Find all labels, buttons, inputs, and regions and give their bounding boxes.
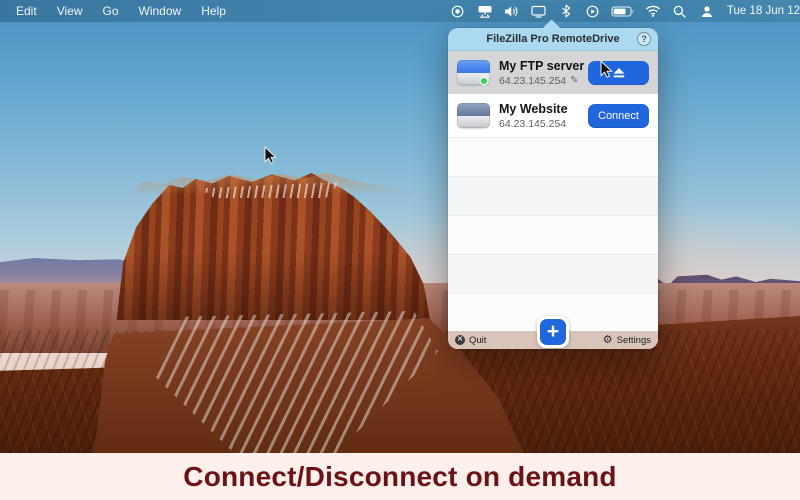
menu-view[interactable]: View [47, 1, 93, 21]
server-meta: My Website 64.23.145.254 [499, 102, 568, 130]
quit-label: Quit [469, 334, 487, 346]
mouse-cursor-icon [264, 146, 277, 164]
quit-x-icon: ✕ [455, 335, 465, 345]
empty-list-row [448, 176, 658, 215]
bluetooth-icon[interactable] [556, 3, 576, 19]
menu-bar-menus: Edit View Go Window Help [6, 1, 236, 21]
server-name: My Website [499, 101, 568, 116]
wifi-icon[interactable] [643, 3, 663, 19]
remotedrive-popover: FileZilla Pro RemoteDrive ? My FTP serve… [448, 19, 658, 349]
server-name: My FTP server [499, 58, 585, 73]
connected-status-dot [481, 78, 487, 84]
empty-list-row [448, 137, 658, 176]
search-icon[interactable] [670, 3, 690, 19]
record-dot-icon[interactable] [448, 3, 468, 19]
edit-pencil-icon[interactable]: ✎ [570, 75, 578, 86]
menu-bar: Edit View Go Window Help Tue 18 Jun 12 [0, 0, 800, 22]
settings-button[interactable]: ⚙ Settings [602, 333, 651, 346]
server-row-my-website[interactable]: My Website 64.23.145.254 Connect [448, 94, 658, 137]
empty-list-row [448, 215, 658, 254]
display-icon[interactable] [529, 3, 549, 19]
help-button[interactable]: ? [637, 32, 651, 46]
volume-icon[interactable] [502, 3, 522, 19]
connect-button[interactable]: Connect [588, 103, 649, 128]
caption-text: Connect/Disconnect on demand [183, 460, 617, 492]
menu-edit[interactable]: Edit [6, 1, 47, 21]
server-meta: My FTP server 64.23.145.254 ✎ [499, 58, 585, 87]
gear-icon: ⚙ [602, 333, 613, 346]
drive-icon-connected [457, 60, 490, 85]
disconnect-eject-button[interactable] [588, 60, 649, 85]
drive-icon-disconnected [457, 103, 490, 128]
add-server-button[interactable]: + [537, 316, 569, 348]
desktop-wallpaper [0, 0, 800, 453]
quit-button[interactable]: ✕ Quit [455, 335, 486, 346]
menu-bar-status-area: Tue 18 Jun 12 [448, 3, 800, 19]
popover-header: FileZilla Pro RemoteDrive ? [448, 28, 658, 51]
battery-icon[interactable] [610, 3, 636, 19]
menu-bar-clock[interactable]: Tue 18 Jun 12 [727, 5, 800, 17]
remotedrive-menubar-icon[interactable] [475, 3, 495, 19]
plus-icon: + [540, 319, 566, 345]
mouse-cursor-icon [600, 60, 613, 78]
caption-banner: Connect/Disconnect on demand [0, 453, 800, 500]
menu-help[interactable]: Help [191, 1, 236, 21]
screen-record-icon[interactable] [583, 3, 603, 19]
empty-list-row [448, 254, 658, 293]
menu-window[interactable]: Window [129, 1, 192, 21]
popover-title: FileZilla Pro RemoteDrive [486, 33, 620, 45]
settings-label: Settings [616, 334, 651, 346]
server-row-my-ftp-server[interactable]: My FTP server 64.23.145.254 ✎ [448, 51, 658, 94]
menu-go[interactable]: Go [92, 1, 128, 21]
user-switch-icon[interactable] [697, 3, 717, 19]
server-ip: 64.23.145.254 [499, 74, 567, 87]
eject-icon [613, 67, 624, 77]
server-ip: 64.23.145.254 [499, 117, 567, 130]
